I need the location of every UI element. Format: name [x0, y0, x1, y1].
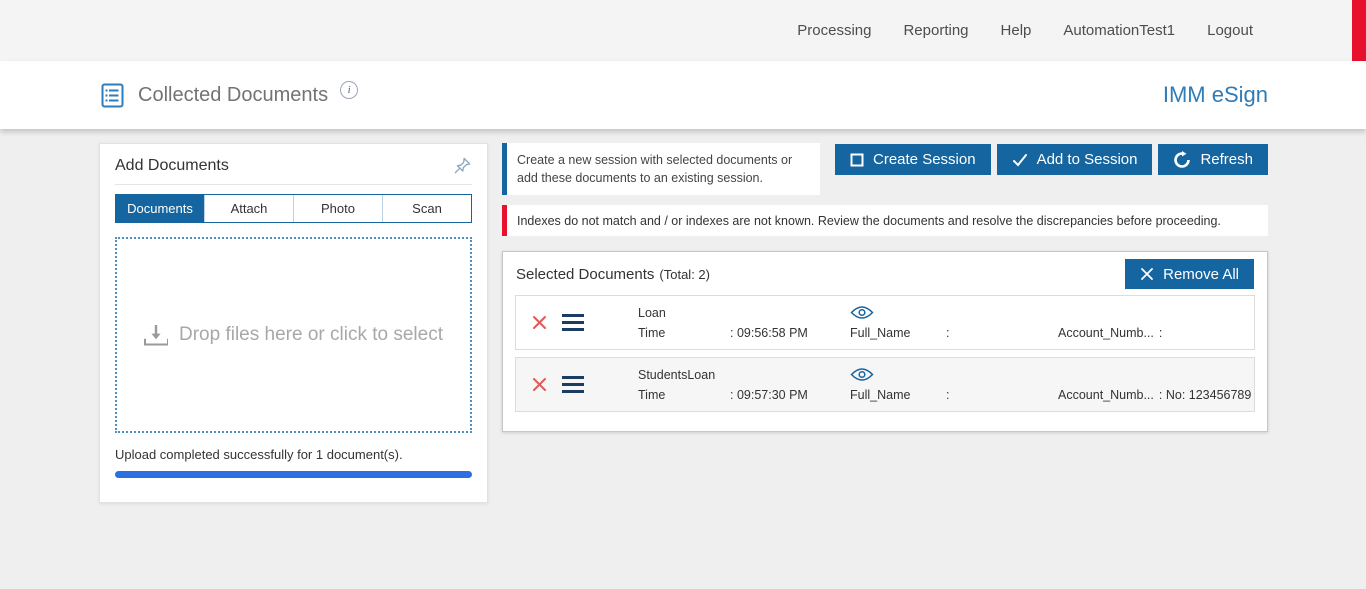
session-actions: Create Session Add to Session: [835, 144, 1268, 175]
pin-icon[interactable]: [453, 156, 472, 175]
nav-item-reporting[interactable]: Reporting: [903, 22, 968, 39]
index-mismatch-warning: Indexes do not match and / or indexes ar…: [502, 205, 1268, 236]
red-accent-bar: [1352, 0, 1366, 61]
checkmark-icon: [1012, 153, 1028, 167]
document-name: StudentsLoan: [638, 367, 850, 383]
account-number-label: Account_Numb...: [1058, 388, 1154, 402]
account-number-value: :: [1159, 326, 1162, 340]
tab-scan[interactable]: Scan: [382, 195, 471, 222]
app-window: Processing Reporting Help AutomationTest…: [0, 0, 1366, 589]
selected-documents-total: (Total: 2): [659, 267, 710, 282]
add-documents-panel: Add Documents Documents Attach Photo Sca…: [99, 143, 488, 503]
brand-logo-text: IMM eSign: [1163, 82, 1268, 108]
create-session-button[interactable]: Create Session: [835, 144, 991, 175]
account-number-label: Account_Numb...: [1058, 326, 1154, 340]
create-session-icon: [850, 153, 864, 167]
full-name-label: Full_Name: [850, 326, 946, 340]
page-title: Collected Documents: [138, 84, 328, 107]
remove-all-button[interactable]: Remove All: [1125, 259, 1254, 289]
dropzone-text: Drop files here or click to select: [179, 324, 443, 346]
upload-status-text: Upload completed successfully for 1 docu…: [115, 447, 472, 462]
card-divider: [115, 184, 472, 185]
document-name: Loan: [638, 305, 850, 321]
tab-attach[interactable]: Attach: [204, 195, 293, 222]
document-row: StudentsLoan Time : 09:57:30 PM: [515, 357, 1255, 412]
session-area: Create a new session with selected docum…: [502, 143, 1268, 583]
nav-item-help[interactable]: Help: [1001, 22, 1032, 39]
tab-documents[interactable]: Documents: [116, 195, 204, 222]
full-name-label: Full_Name: [850, 388, 946, 402]
page-header: Collected Documents i IMM eSign: [0, 61, 1366, 129]
nav-item-logout[interactable]: Logout: [1207, 22, 1253, 39]
document-row: Loan Time : 09:56:58 PM: [515, 295, 1255, 350]
nav-item-user-account[interactable]: AutomationTest1: [1063, 22, 1175, 39]
time-label: Time: [638, 388, 730, 402]
selected-documents-panel: Selected Documents (Total: 2) Remove All: [502, 251, 1268, 432]
main-content: Add Documents Documents Attach Photo Sca…: [0, 129, 1366, 589]
refresh-button[interactable]: Refresh: [1158, 144, 1268, 175]
time-value: : 09:56:58 PM: [730, 326, 808, 340]
time-label: Time: [638, 326, 730, 340]
remove-all-x-icon: [1140, 267, 1154, 281]
add-documents-tabs: Documents Attach Photo Scan: [115, 194, 472, 223]
file-dropzone[interactable]: Drop files here or click to select: [115, 237, 472, 433]
full-name-value: :: [946, 388, 949, 402]
remove-document-icon[interactable]: [516, 314, 562, 331]
upload-icon: [144, 325, 168, 346]
refresh-icon: [1173, 151, 1191, 169]
drag-handle-icon[interactable]: [562, 314, 638, 331]
add-to-session-button[interactable]: Add to Session: [997, 144, 1153, 175]
upload-progress-bar: [115, 471, 472, 478]
info-icon[interactable]: i: [340, 81, 358, 99]
add-documents-title: Add Documents: [115, 157, 229, 175]
document-rows: Loan Time : 09:56:58 PM: [503, 295, 1267, 412]
time-value: : 09:57:30 PM: [730, 388, 808, 402]
collected-documents-icon: [99, 82, 126, 109]
drag-handle-icon[interactable]: [562, 376, 638, 393]
full-name-value: :: [946, 326, 949, 340]
top-nav: Processing Reporting Help AutomationTest…: [0, 0, 1366, 61]
preview-eye-icon[interactable]: [850, 367, 1058, 383]
session-info-message: Create a new session with selected docum…: [502, 143, 820, 195]
tab-photo[interactable]: Photo: [293, 195, 382, 222]
selected-documents-title: Selected Documents: [516, 266, 654, 283]
account-number-value: : No: 123456789: [1159, 388, 1251, 402]
preview-eye-icon[interactable]: [850, 305, 1058, 321]
remove-document-icon[interactable]: [516, 376, 562, 393]
nav-item-processing[interactable]: Processing: [797, 22, 871, 39]
